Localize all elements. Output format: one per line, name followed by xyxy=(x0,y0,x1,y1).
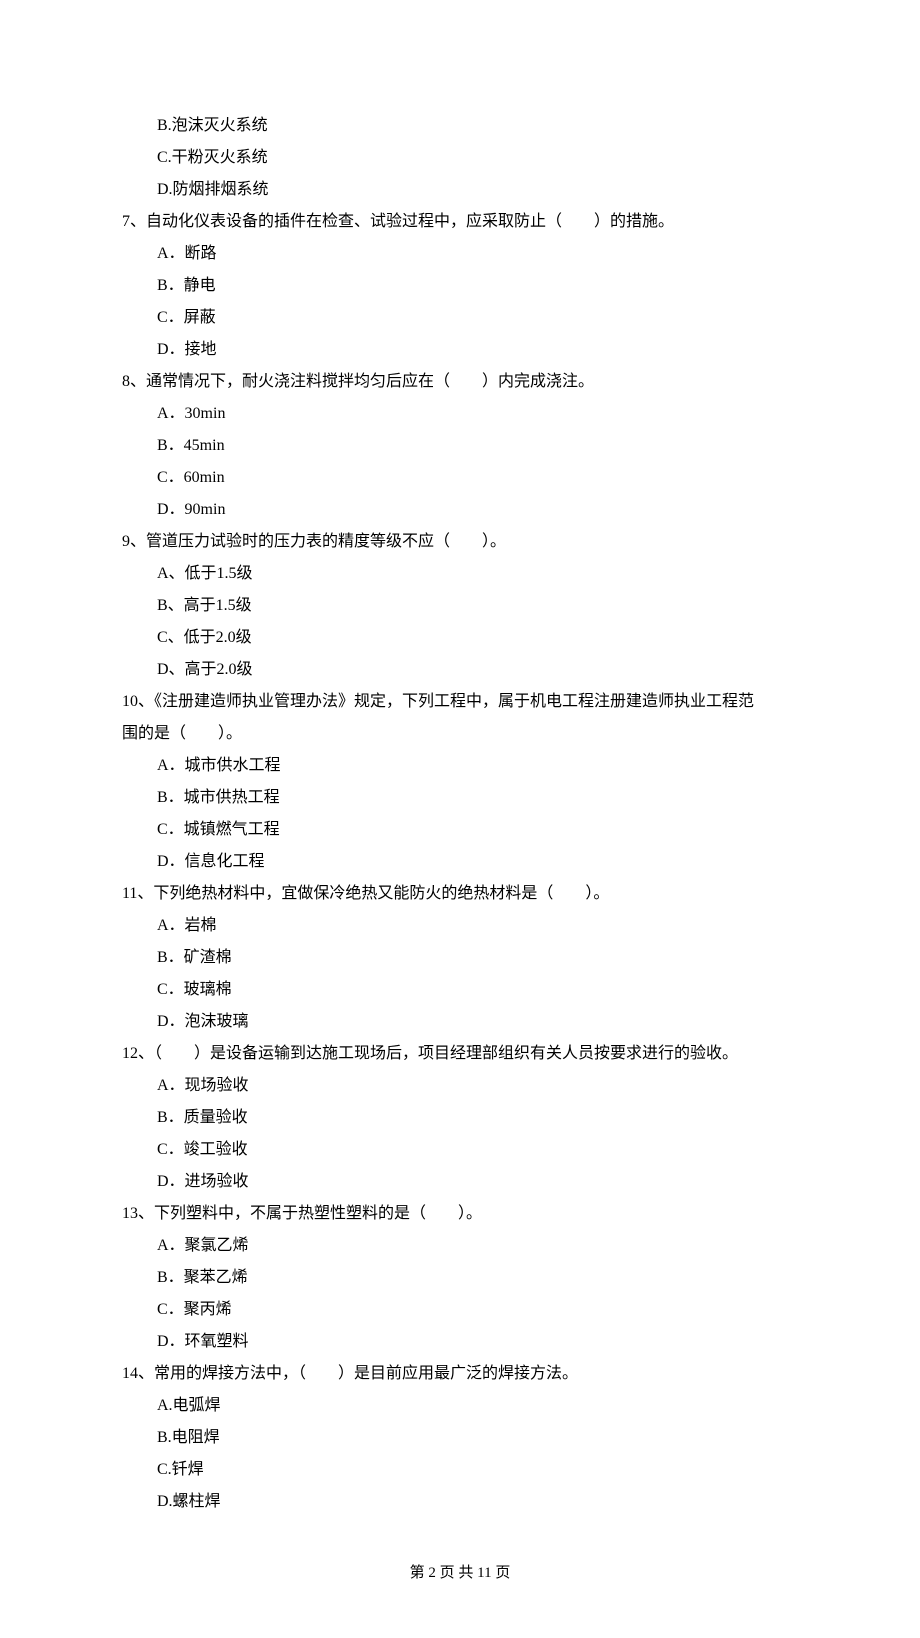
option-a: A．现场验收 xyxy=(122,1070,798,1102)
question-9-stem: 9、管道压力试验时的压力表的精度等级不应（ ）。 xyxy=(122,526,798,558)
question-13-stem: 13、下列塑料中，不属于热塑性塑料的是（ ）。 xyxy=(122,1198,798,1230)
option-d: D．进场验收 xyxy=(122,1166,798,1198)
option-a: A．岩棉 xyxy=(122,910,798,942)
option-c: C．玻璃棉 xyxy=(122,974,798,1006)
option-b: B．静电 xyxy=(122,270,798,302)
option-a: A、低于1.5级 xyxy=(122,558,798,590)
option-c: C．城镇燃气工程 xyxy=(122,814,798,846)
question-10-stem-line1: 10、《注册建造师执业管理办法》规定，下列工程中，属于机电工程注册建造师执业工程… xyxy=(122,686,798,718)
option-b: B、高于1.5级 xyxy=(122,590,798,622)
option-b: B.电阻焊 xyxy=(122,1422,798,1454)
question-11-stem: 11、下列绝热材料中，宜做保冷绝热又能防火的绝热材料是（ ）。 xyxy=(122,878,798,910)
option-a: A．聚氯乙烯 xyxy=(122,1230,798,1262)
question-10-stem-line2: 围的是（ ）。 xyxy=(122,718,798,750)
option-c: C、低于2.0级 xyxy=(122,622,798,654)
option-d: D．泡沫玻璃 xyxy=(122,1006,798,1038)
question-12-stem: 12、（ ）是设备运输到达施工现场后，项目经理部组织有关人员按要求进行的验收。 xyxy=(122,1038,798,1070)
option-b: B．城市供热工程 xyxy=(122,782,798,814)
option-b: B．质量验收 xyxy=(122,1102,798,1134)
option-c: C．屏蔽 xyxy=(122,302,798,334)
option-a: A．断路 xyxy=(122,238,798,270)
option-b: B．45min xyxy=(122,430,798,462)
option-c: C．60min xyxy=(122,462,798,494)
option-d: D．90min xyxy=(122,494,798,526)
option-d: D．环氧塑料 xyxy=(122,1326,798,1358)
option-c: C．竣工验收 xyxy=(122,1134,798,1166)
option-b: B．矿渣棉 xyxy=(122,942,798,974)
option-a: A.电弧焊 xyxy=(122,1390,798,1422)
option-a: A．30min xyxy=(122,398,798,430)
option-c: C．聚丙烯 xyxy=(122,1294,798,1326)
option-d: D．接地 xyxy=(122,334,798,366)
option-c: C.钎焊 xyxy=(122,1454,798,1486)
option-a: A．城市供水工程 xyxy=(122,750,798,782)
option-b: B．聚苯乙烯 xyxy=(122,1262,798,1294)
page-footer: 第 2 页 共 11 页 xyxy=(122,1558,798,1588)
question-7-stem: 7、自动化仪表设备的插件在检查、试验过程中，应采取防止（ ）的措施。 xyxy=(122,206,798,238)
option-b: B.泡沫灭火系统 xyxy=(122,110,798,142)
option-d: D.防烟排烟系统 xyxy=(122,174,798,206)
option-d: D、高于2.0级 xyxy=(122,654,798,686)
option-c: C.干粉灭火系统 xyxy=(122,142,798,174)
question-8-stem: 8、通常情况下，耐火浇注料搅拌均匀后应在（ ）内完成浇注。 xyxy=(122,366,798,398)
option-d: D.螺柱焊 xyxy=(122,1486,798,1518)
question-14-stem: 14、常用的焊接方法中，（ ）是目前应用最广泛的焊接方法。 xyxy=(122,1358,798,1390)
option-d: D．信息化工程 xyxy=(122,846,798,878)
